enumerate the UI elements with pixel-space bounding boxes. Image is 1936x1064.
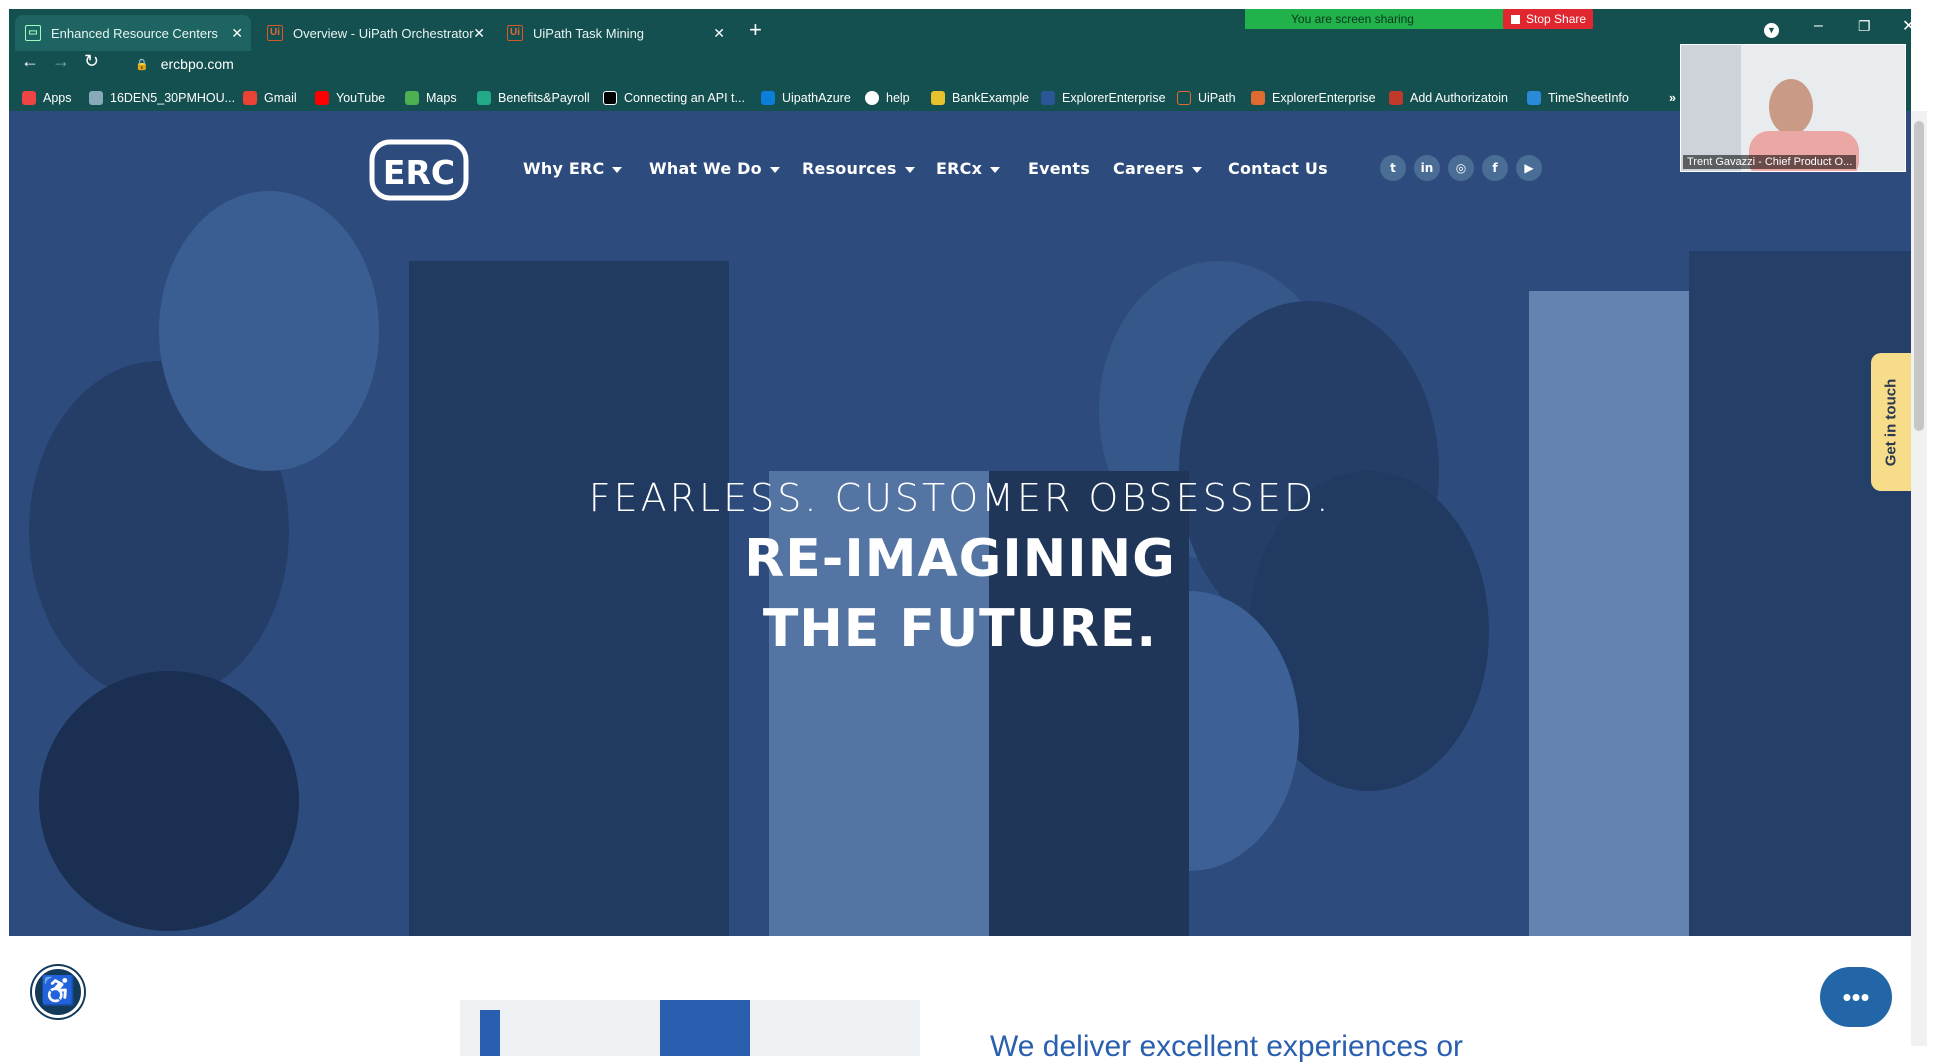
caret-down-icon bbox=[990, 166, 1001, 173]
stop-share-button[interactable]: Stop Share bbox=[1503, 9, 1593, 29]
participant-video[interactable]: Trent Gavazzi - Chief Product O... bbox=[1680, 44, 1906, 172]
close-tab-icon[interactable]: ✕ bbox=[473, 25, 485, 42]
reload-icon[interactable]: ↻ bbox=[84, 51, 99, 72]
lock-icon: 🔒 bbox=[135, 58, 149, 71]
bookmark-youtube[interactable]: YouTube bbox=[315, 91, 385, 105]
caret-down-icon bbox=[1191, 166, 1202, 173]
browser-chrome: ▭ Enhanced Resource Centers - ER ✕ Ui Ov… bbox=[9, 9, 1915, 111]
forward-icon[interactable]: → bbox=[52, 51, 70, 72]
caret-down-icon bbox=[904, 166, 915, 173]
bookmark-bankexample[interactable]: BankExample bbox=[931, 91, 1029, 105]
nav-why-erc[interactable]: Why ERC bbox=[523, 159, 623, 178]
hero-background-image bbox=[9, 111, 1911, 936]
profile-dropdown-icon[interactable]: ▼ bbox=[1764, 23, 1779, 38]
cloud-icon bbox=[1527, 91, 1541, 105]
benefits-icon bbox=[477, 91, 491, 105]
minimize-icon[interactable]: – bbox=[1814, 17, 1823, 35]
tab-uipath-orchestrator[interactable]: Ui Overview - UiPath Orchestrator ✕ bbox=[257, 15, 493, 51]
nav-careers[interactable]: Careers bbox=[1113, 159, 1202, 178]
medium-icon bbox=[603, 91, 617, 105]
page-scrollbar[interactable] bbox=[1911, 111, 1927, 1046]
section-heading: We deliver excellent experiences or bbox=[990, 1030, 1464, 1063]
uipath-icon: Ui bbox=[267, 25, 283, 41]
uipath-icon: Ui bbox=[507, 25, 523, 41]
puzzle-icon bbox=[1389, 91, 1403, 105]
scrollbar-thumb[interactable] bbox=[1914, 121, 1924, 431]
accessibility-icon[interactable]: ♿ bbox=[32, 966, 84, 1018]
nav-events[interactable]: Events bbox=[1028, 159, 1090, 178]
tab-uipath-task-mining[interactable]: Ui UiPath Task Mining ✕ bbox=[497, 15, 733, 51]
nav-contact-us[interactable]: Contact Us bbox=[1228, 159, 1328, 178]
image-stripe bbox=[480, 1010, 500, 1056]
hero-headline-line-1: RE-IMAGINING bbox=[744, 529, 1176, 589]
tab-enhanced-resource-centers[interactable]: ▭ Enhanced Resource Centers - ER ✕ bbox=[15, 15, 251, 51]
nav-ercx[interactable]: ERCx bbox=[936, 159, 1001, 178]
image-stripe bbox=[660, 1000, 750, 1056]
address-bar[interactable]: 🔒 ercbpo.com bbox=[121, 51, 1686, 77]
caret-down-icon bbox=[612, 166, 623, 173]
bookmark-16den5[interactable]: 16DEN5_30PMHOU... bbox=[89, 91, 235, 105]
bookmark-timesheetinfo[interactable]: TimeSheetInfo bbox=[1527, 91, 1629, 105]
bookmark-explorerenterprise-2[interactable]: ExplorerEnterprise bbox=[1251, 91, 1376, 105]
participant-name: Trent Gavazzi - Chief Product O... bbox=[1683, 155, 1857, 169]
participant-video-feed bbox=[1681, 45, 1905, 171]
bookmark-help[interactable]: help bbox=[865, 91, 910, 105]
section-image bbox=[460, 1000, 920, 1056]
nav-what-we-do[interactable]: What We Do bbox=[649, 159, 780, 178]
github-icon bbox=[865, 91, 879, 105]
restore-icon[interactable]: ❐ bbox=[1858, 18, 1871, 35]
azure-icon bbox=[761, 91, 775, 105]
bank-icon bbox=[931, 91, 945, 105]
bookmark-uipathazure[interactable]: UipathAzure bbox=[761, 91, 851, 105]
bookmarks-overflow-icon[interactable]: » bbox=[1669, 91, 1676, 105]
hero-section: ERC Why ERC What We Do Resources ERCx Ev… bbox=[9, 111, 1911, 936]
twitter-icon[interactable]: t bbox=[1380, 155, 1406, 181]
svg-text:ERC: ERC bbox=[383, 153, 455, 192]
globe-icon bbox=[89, 91, 103, 105]
instagram-icon[interactable]: ◎ bbox=[1448, 155, 1474, 181]
youtube-icon[interactable]: ▶ bbox=[1516, 155, 1542, 181]
bookmark-maps[interactable]: Maps bbox=[405, 91, 457, 105]
uipath-icon bbox=[1177, 91, 1191, 105]
gmail-icon bbox=[243, 91, 257, 105]
bookmark-gmail[interactable]: Gmail bbox=[243, 91, 297, 105]
bookmark-apps[interactable]: Apps bbox=[22, 91, 72, 105]
screen-sharing-banner: You are screen sharing bbox=[1245, 9, 1515, 29]
linkedin-icon[interactable]: in bbox=[1414, 155, 1440, 181]
close-tab-icon[interactable]: ✕ bbox=[231, 25, 243, 42]
bookmark-uipath[interactable]: UiPath bbox=[1177, 91, 1236, 105]
bookmark-benefits-payroll[interactable]: Benefits&Payroll bbox=[477, 91, 590, 105]
chat-icon[interactable]: ••• bbox=[1820, 967, 1892, 1027]
hero-tagline: FEARLESS. CUSTOMER OBSESSED. bbox=[588, 476, 1332, 520]
close-window-icon[interactable]: ✕ bbox=[1902, 16, 1915, 36]
back-icon[interactable]: ← bbox=[21, 51, 39, 72]
bookmark-explorerenterprise[interactable]: ExplorerEnterprise bbox=[1041, 91, 1166, 105]
erc-logo[interactable]: ERC bbox=[369, 139, 473, 203]
stop-icon bbox=[1511, 14, 1520, 24]
hero-headline-line-2: THE FUTURE. bbox=[762, 599, 1158, 659]
get-in-touch-tab[interactable]: Get in touch bbox=[1871, 353, 1911, 491]
nav-resources[interactable]: Resources bbox=[802, 159, 915, 178]
caret-down-icon bbox=[769, 166, 780, 173]
youtube-icon bbox=[315, 91, 329, 105]
word-icon bbox=[1041, 91, 1055, 105]
close-tab-icon[interactable]: ✕ bbox=[713, 25, 725, 42]
page-icon: ▭ bbox=[25, 25, 41, 41]
uipath-icon bbox=[1251, 91, 1265, 105]
bookmark-connecting-api[interactable]: Connecting an API t... bbox=[603, 91, 745, 105]
maps-icon bbox=[405, 91, 419, 105]
bookmark-add-authorizatoin[interactable]: Add Authorizatoin bbox=[1389, 91, 1508, 105]
apps-grid-icon bbox=[22, 91, 36, 105]
facebook-icon[interactable]: f bbox=[1482, 155, 1508, 181]
new-tab-icon[interactable]: + bbox=[749, 17, 762, 43]
